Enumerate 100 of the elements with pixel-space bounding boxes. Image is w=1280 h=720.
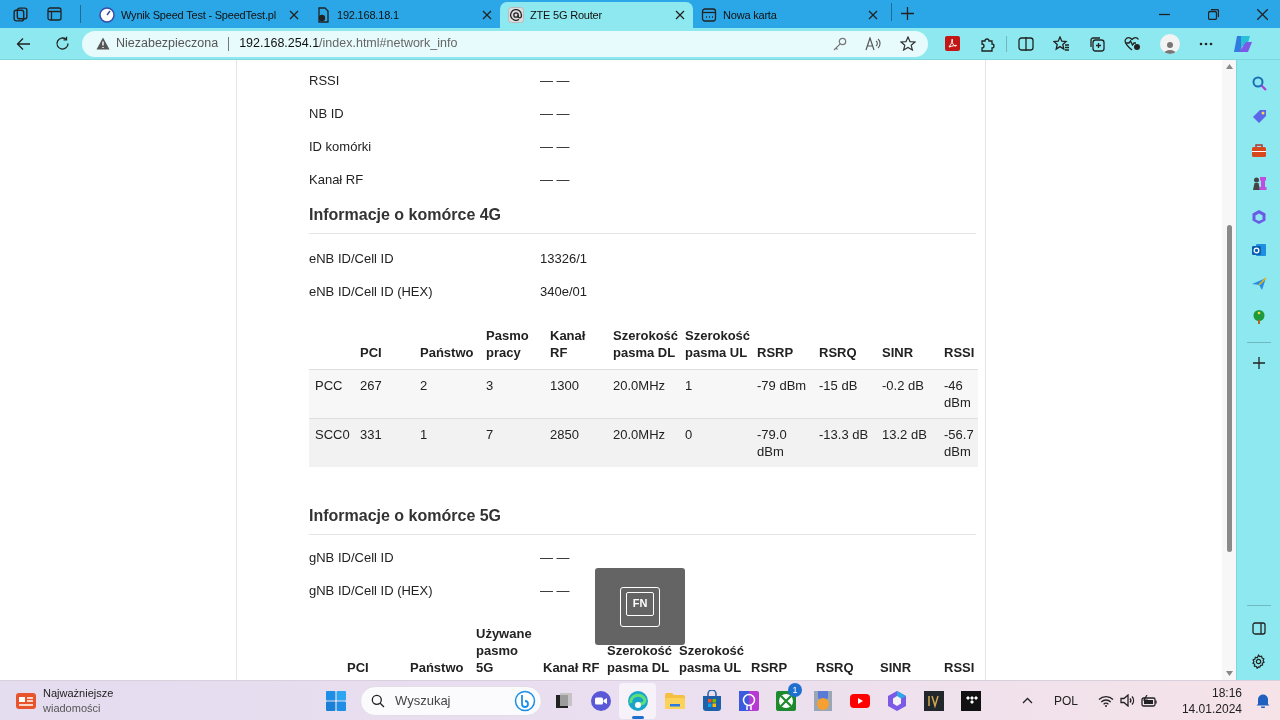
favorites-icon[interactable] (1053, 36, 1070, 51)
mail-o-icon[interactable] (1250, 242, 1267, 259)
field-label: NB ID (309, 104, 345, 123)
refresh-icon[interactable] (55, 36, 70, 51)
edge-browser-icon[interactable] (626, 689, 649, 712)
table-cell: 331 (354, 418, 414, 467)
column-header: Kanał RF (542, 659, 601, 677)
tab-actions-icon[interactable] (47, 7, 62, 21)
read-aloud-icon[interactable] (865, 36, 882, 51)
close-icon[interactable] (868, 10, 878, 20)
copilot-icon[interactable] (1232, 33, 1254, 54)
close-icon[interactable] (482, 10, 492, 20)
column-header: Państwo (409, 659, 465, 677)
section-heading: Informacje o komórce 5G (309, 506, 503, 526)
document-icon (315, 7, 331, 23)
search-icon[interactable] (1250, 74, 1267, 91)
xbox-icon[interactable] (774, 689, 797, 712)
scroll-up-icon[interactable] (1225, 64, 1233, 69)
roman-numeral-tile-icon[interactable] (922, 689, 945, 712)
collections-icon[interactable] (1089, 35, 1105, 52)
key-icon[interactable] (833, 36, 847, 51)
field-value: 13326/1 (540, 249, 587, 268)
table-cell: 7 (480, 418, 544, 467)
workspaces-icon[interactable] (12, 5, 29, 23)
chevron-up-icon[interactable] (1021, 697, 1033, 704)
column-header: PCI (346, 659, 370, 677)
field-value: — — (540, 581, 570, 600)
news-title[interactable]: Najważniejsze (43, 685, 114, 701)
face-outline-icon[interactable] (737, 689, 760, 712)
close-icon[interactable] (289, 10, 299, 20)
field-label: gNB ID/Cell ID (HEX) (309, 581, 434, 600)
field-label: eNB ID/Cell ID (HEX) (309, 282, 434, 301)
news-icon[interactable] (16, 691, 36, 710)
column-header: Pasmo pracy (480, 323, 544, 370)
close-icon[interactable] (675, 10, 685, 20)
field-label: RSSI (309, 71, 341, 90)
more-icon[interactable] (1199, 41, 1213, 46)
star-icon[interactable] (900, 36, 916, 51)
address-bar[interactable]: Niezabezpieczona 192.168.254.1/index.html#network_info (82, 30, 928, 57)
column-header: Szerokość pasma DL (606, 642, 673, 677)
column-header: PCI (354, 323, 414, 370)
tree-icon[interactable] (1250, 309, 1267, 326)
table-cell: 2850 (544, 418, 607, 467)
close-window-icon[interactable] (1257, 8, 1268, 20)
tab-title: Wynik Speed Test - SpeedTest.pl (121, 7, 277, 23)
column-header: Państwo (414, 323, 480, 370)
input-language[interactable]: POL (1053, 691, 1078, 710)
field-value: — — (540, 137, 570, 156)
table-cell: -79 dBm (751, 369, 813, 419)
add-icon[interactable] (1252, 357, 1265, 369)
volume-icon[interactable] (1119, 694, 1135, 707)
field-label: gNB ID/Cell ID (309, 548, 395, 567)
table-cell: 1 (414, 418, 480, 467)
news-subtitle[interactable]: wiadomości (43, 700, 114, 716)
scroll-down-icon[interactable] (1225, 671, 1233, 676)
back-icon[interactable] (16, 36, 31, 51)
column-header: SINR (876, 323, 938, 370)
table-cell: 2 (414, 369, 480, 419)
field-value: — — (540, 170, 570, 189)
hexagon-logo-icon[interactable] (885, 689, 908, 712)
field-value: 340e/01 (540, 282, 587, 301)
new-tab-icon (701, 7, 717, 23)
split-screen-icon[interactable] (1018, 36, 1034, 51)
wifi-icon[interactable] (1097, 694, 1114, 707)
windows-start-icon[interactable] (326, 690, 346, 711)
sidebar-panel-icon[interactable] (1251, 622, 1266, 635)
clock[interactable]: 18:16 14.01.2024 (1181, 684, 1242, 717)
field-value: — — (540, 104, 570, 123)
security-label[interactable]: Niezabezpieczona (116, 34, 219, 53)
chess-pieces-icon[interactable] (1250, 175, 1267, 192)
scrollbar-thumb[interactable] (1227, 225, 1232, 552)
heart-pulse-icon[interactable] (1124, 36, 1141, 51)
field-label: Kanał RF (309, 170, 365, 189)
key-label: FN (632, 598, 648, 609)
search-placeholder: Wyszukaj (395, 691, 452, 710)
store-icon[interactable] (700, 689, 723, 712)
diamond-dots-icon[interactable] (959, 689, 982, 712)
profile-avatar[interactable] (1160, 33, 1180, 54)
table-cell: 267 (354, 369, 414, 419)
taskbar-search-field[interactable]: Wyszukaj (360, 685, 542, 716)
warning-icon (96, 37, 110, 50)
table-cell: 20.0MHz (607, 369, 679, 419)
scrollbar[interactable] (1222, 60, 1236, 680)
hexagon-logo-icon[interactable] (1250, 208, 1267, 225)
medal-icon[interactable] (811, 689, 834, 712)
settings-icon[interactable] (1251, 654, 1266, 669)
browser-tab[interactable]: ZTE 5G Router (500, 2, 693, 28)
toolbox-icon[interactable] (1250, 141, 1267, 158)
extensions-icon[interactable] (979, 35, 995, 52)
column-header: RSSI (943, 659, 976, 677)
battery-charging-icon[interactable] (1140, 694, 1158, 707)
tab-title: ZTE 5G Router (530, 7, 603, 23)
notification-bell-icon[interactable] (1256, 693, 1270, 708)
video-chat-icon[interactable] (589, 689, 612, 712)
search-icon (371, 693, 385, 708)
column-header: RSRQ (815, 659, 855, 677)
url-text[interactable]: 192.168.254.1/index.html#network_info (239, 34, 458, 53)
pdf-icon[interactable] (945, 36, 960, 51)
restore-icon[interactable] (1208, 8, 1219, 20)
new-tab-plus-icon[interactable] (901, 7, 914, 20)
